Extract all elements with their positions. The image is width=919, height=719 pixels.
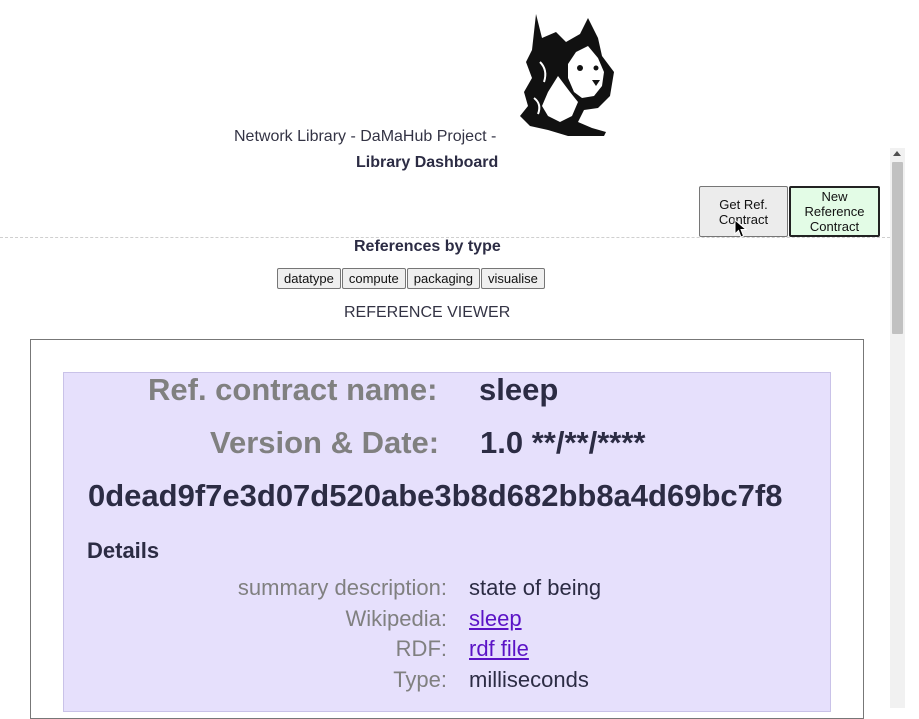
reference-viewer-label: REFERENCE VIEWER — [344, 304, 511, 321]
type-value: milliseconds — [469, 667, 589, 692]
rdf-label: RDF: — [395, 636, 447, 661]
wikipedia-link[interactable]: sleep — [469, 606, 522, 632]
page-scrollbar[interactable] — [890, 148, 905, 708]
type-button-compute[interactable]: compute — [341, 268, 406, 289]
network-library-title: Network Library - DaMaHub Project - — [234, 128, 497, 145]
type-button-visualise[interactable]: visualise — [481, 268, 545, 289]
version-date-label: Version & Date: — [210, 425, 440, 460]
wikipedia-label: Wikipedia: — [345, 606, 447, 631]
library-dashboard-title: Library Dashboard — [356, 154, 499, 171]
reference-type-buttons: datatype compute packaging visualise — [277, 268, 545, 289]
cat-logo-icon — [518, 12, 620, 138]
scrollbar-thumb[interactable] — [892, 162, 903, 334]
new-reference-contract-button[interactable]: New Reference Contract — [789, 186, 880, 237]
type-button-datatype[interactable]: datatype — [277, 268, 341, 289]
mouse-cursor-icon — [734, 218, 748, 239]
contract-name-value: sleep — [479, 372, 559, 407]
reference-contract-card — [63, 372, 831, 712]
version-date-value: 1.0 **/**/**** — [480, 425, 646, 460]
references-by-type-title: References by type — [354, 238, 501, 255]
scroll-up-arrow-icon[interactable] — [893, 151, 901, 156]
details-heading: Details — [87, 538, 160, 563]
summary-description-label: summary description: — [237, 575, 447, 600]
summary-description-value: state of being — [469, 575, 602, 600]
contract-name-label: Ref. contract name: — [148, 372, 438, 407]
type-button-packaging[interactable]: packaging — [406, 268, 481, 289]
rdf-file-link[interactable]: rdf file — [469, 636, 529, 662]
contract-hash: 0dead9f7e3d07d520abe3b8d682bb8a4d69bc7f8 — [88, 478, 783, 513]
type-label: Type: — [393, 667, 447, 692]
